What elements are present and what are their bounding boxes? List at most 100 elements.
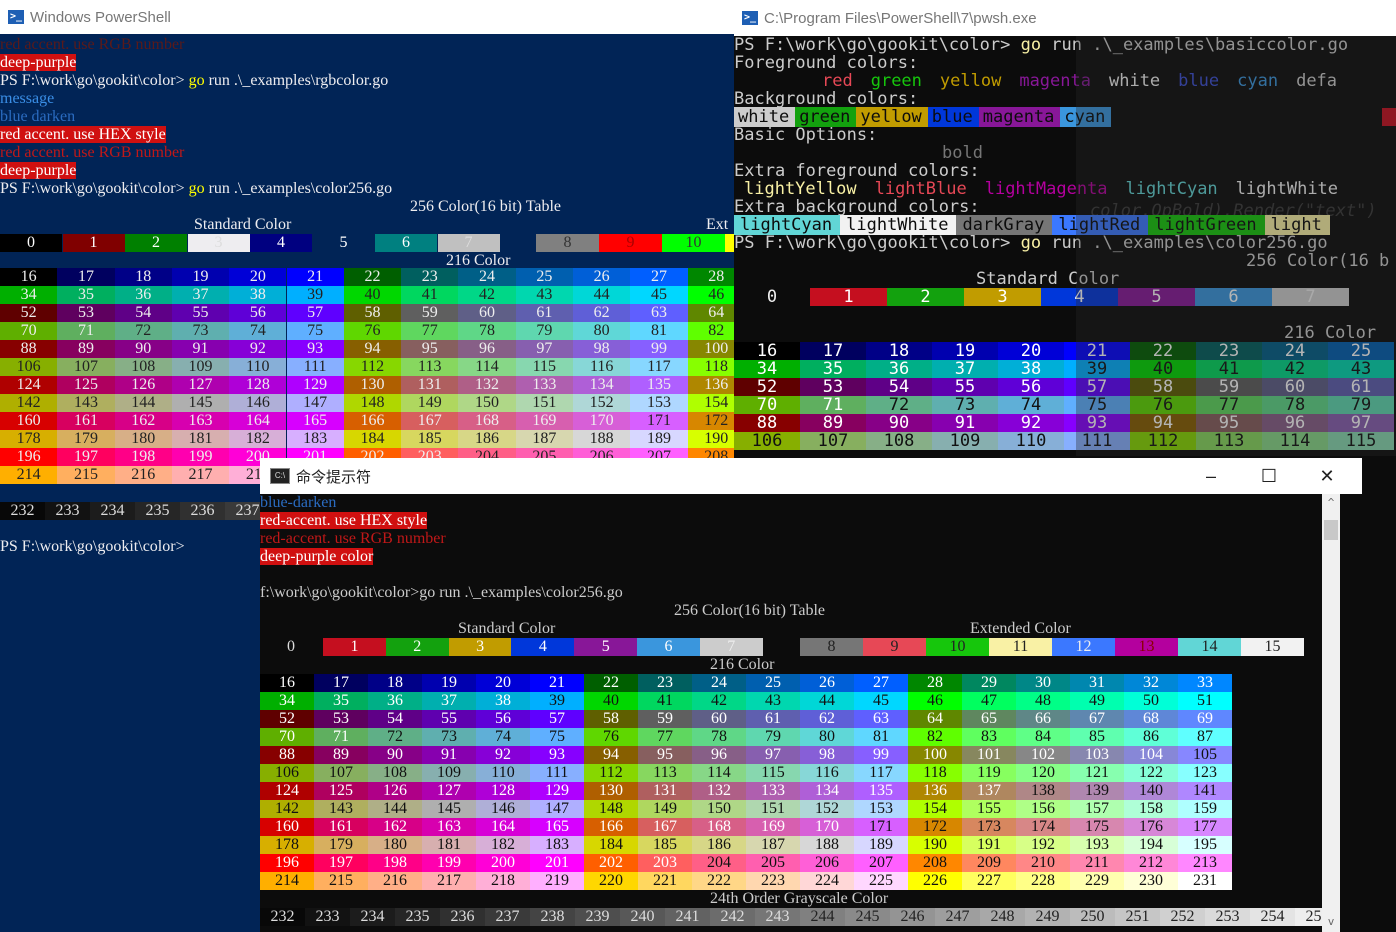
standard-color-label: Standard Color xyxy=(458,620,556,637)
color-swatch: 197 xyxy=(57,448,115,466)
scrollbar-thumb[interactable] xyxy=(1324,520,1338,540)
color-swatch: 144 xyxy=(114,394,172,412)
color-swatch: 118 xyxy=(908,764,962,782)
cmd-window[interactable]: C:\ 命令提示符 – ☐ ✕ blue-darken red-accent. u… xyxy=(260,458,1362,932)
color-swatch: 8 xyxy=(800,638,863,656)
console-line: red accent. use RGB number xyxy=(0,144,184,162)
color-swatch: 171 xyxy=(854,818,908,836)
scroll-up-icon[interactable]: ^ xyxy=(1322,496,1340,509)
color-swatch: 106 xyxy=(734,432,800,450)
color-swatch: 0 xyxy=(766,287,778,307)
color-swatch: 188 xyxy=(800,836,854,854)
scroll-down-icon[interactable]: v xyxy=(1322,915,1340,928)
color-swatch: 36 xyxy=(368,692,422,710)
color-swatch: 227 xyxy=(962,872,1016,890)
color-swatch: 179 xyxy=(314,836,368,854)
color-swatch: 46 xyxy=(908,692,962,710)
color-swatch: 151 xyxy=(515,394,573,412)
color-swatch: 218 xyxy=(476,872,530,890)
color-swatch: 175 xyxy=(1070,818,1124,836)
color-swatch: 62 xyxy=(800,710,854,728)
color-swatch: 17 xyxy=(800,342,866,360)
grayscale-swatch: 238 xyxy=(530,908,575,926)
color-swatch: 184 xyxy=(584,836,638,854)
color-swatch: 130 xyxy=(584,782,638,800)
color-swatch: 181 xyxy=(171,430,230,448)
color-swatch: 156 xyxy=(1016,800,1070,818)
color-swatch: 74 xyxy=(229,322,287,340)
final-prompt: PS F:\work\go\gookit\color> xyxy=(0,538,185,555)
close-button[interactable]: ✕ xyxy=(1298,458,1356,494)
vertical-scrollbar[interactable]: ^ v xyxy=(1322,494,1340,932)
color-swatch: 96 xyxy=(692,746,746,764)
color-swatch: 152 xyxy=(800,800,854,818)
color-swatch: 103 xyxy=(1070,746,1124,764)
cmd-titlebar[interactable]: C:\ 命令提示符 – ☐ ✕ xyxy=(260,458,1362,494)
bg-color-sample: lightCyan xyxy=(734,215,841,235)
color-swatch: 100 xyxy=(908,746,962,764)
color-swatch: 96 xyxy=(458,340,516,358)
grayscale-swatch: 251 xyxy=(1115,908,1160,926)
color-swatch: 5 xyxy=(574,638,638,656)
color-swatch: 45 xyxy=(630,286,688,304)
color-swatch: 41 xyxy=(638,692,692,710)
color-swatch: 90 xyxy=(368,746,422,764)
color-swatch: 67 xyxy=(1070,710,1124,728)
color-swatch: 110 xyxy=(998,432,1064,450)
color-swatch: 66 xyxy=(1016,710,1070,728)
powershell-titlebar[interactable]: >_ Windows PowerShell xyxy=(0,0,740,34)
color-swatch: 4 xyxy=(250,234,312,252)
color-swatch: 97 xyxy=(515,340,573,358)
color-swatch: 142 xyxy=(0,394,58,412)
color-swatch: 127 xyxy=(171,376,230,394)
color-swatch: 88 xyxy=(734,414,800,432)
color-swatch: 17 xyxy=(57,268,115,286)
color-swatch: 109 xyxy=(171,358,230,376)
color-swatch: 187 xyxy=(515,430,573,448)
color-swatch: 146 xyxy=(229,394,287,412)
color-swatch: 10 xyxy=(926,638,989,656)
color-swatch: 3 xyxy=(964,288,1041,306)
standard-color-label: Standard Color xyxy=(194,216,292,233)
cmd-console[interactable]: blue-darken red-accent. use HEX style red-… xyxy=(260,494,1340,932)
color-swatch: 113 xyxy=(401,358,459,376)
color-swatch: 19 xyxy=(932,342,998,360)
color-swatch: 75 xyxy=(530,728,584,746)
color-swatch: 222 xyxy=(692,872,746,890)
color-swatch: 0 xyxy=(0,234,62,252)
color-swatch: 184 xyxy=(343,430,402,448)
color-swatch: 131 xyxy=(401,376,459,394)
color-swatch: 135 xyxy=(854,782,908,800)
maximize-button[interactable]: ☐ xyxy=(1240,458,1298,494)
color-swatch: 62 xyxy=(573,304,631,322)
color-swatch: 182 xyxy=(229,430,287,448)
color-swatch: 81 xyxy=(854,728,908,746)
color-swatch: 76 xyxy=(343,322,402,340)
color-swatch: 119 xyxy=(962,764,1016,782)
color-swatch: 214 xyxy=(0,466,58,484)
color-swatch: 70 xyxy=(734,396,800,414)
bg-color-sample: yellow xyxy=(856,107,928,127)
grayscale-swatch: 239 xyxy=(575,908,620,926)
color-swatch: 168 xyxy=(458,412,516,430)
color-swatch: 149 xyxy=(401,394,459,412)
color-swatch: 19 xyxy=(422,674,476,692)
command-args: run .\_examples\rgbcolor.go xyxy=(204,72,389,89)
color-swatch: 167 xyxy=(638,818,692,836)
console-line: blue darken xyxy=(0,108,75,126)
minimize-button[interactable]: – xyxy=(1182,458,1240,494)
color-swatch: 64 xyxy=(908,710,962,728)
color-swatch: 132 xyxy=(692,782,746,800)
pwsh7-window[interactable]: >_ C:\Program Files\PowerShell\7\pwsh.ex… xyxy=(734,0,1396,460)
color-swatch: 183 xyxy=(530,836,584,854)
color-swatch: 49 xyxy=(1070,692,1124,710)
pwsh7-titlebar[interactable]: >_ C:\Program Files\PowerShell\7\pwsh.ex… xyxy=(734,0,1396,36)
output-text: red accent. use HEX style xyxy=(0,126,166,143)
color-swatch: 196 xyxy=(260,854,314,872)
color-swatch: 111 xyxy=(286,358,344,376)
color-swatch: 50 xyxy=(1124,692,1178,710)
color-swatch: 72 xyxy=(368,728,422,746)
color-swatch: 71 xyxy=(800,396,866,414)
color-swatch: 70 xyxy=(0,322,58,340)
color-swatch: 118 xyxy=(687,358,740,376)
